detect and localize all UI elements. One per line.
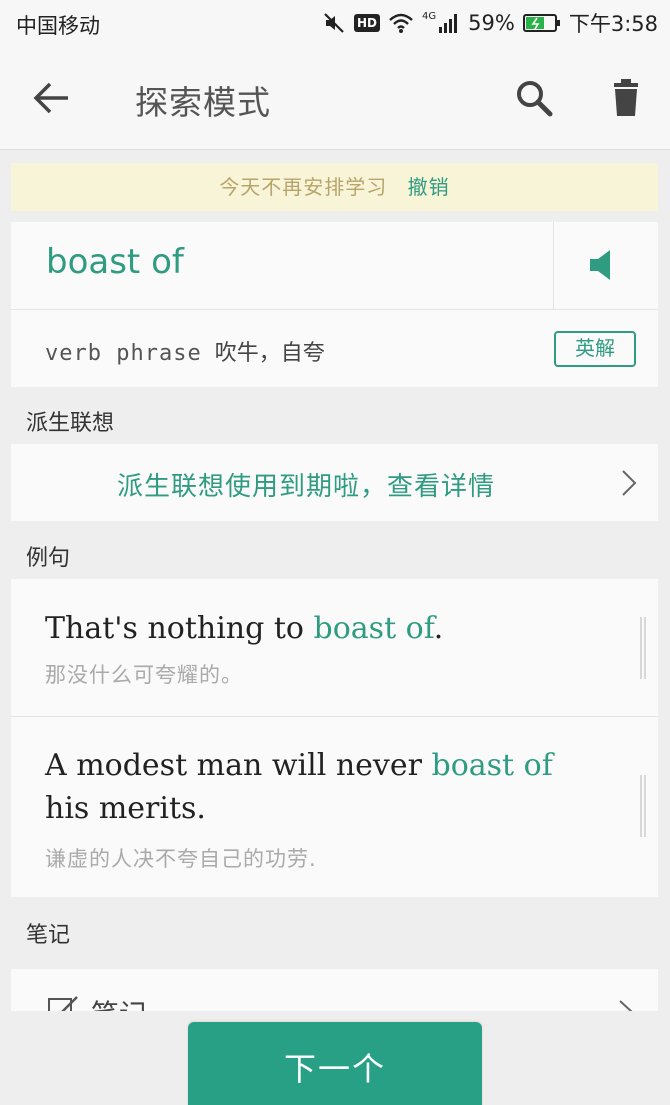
battery-percent: 59% <box>468 11 515 35</box>
schedule-banner: 今天不再安排学习 撤销 <box>11 163 658 211</box>
drag-handle[interactable] <box>640 775 646 837</box>
status-bar: 中国移动 HD 4G 59% 下午3:58 <box>0 0 670 46</box>
derivatives-link-text: 派生联想使用到期啦，查看详情 <box>116 472 495 502</box>
divider <box>553 222 554 309</box>
speaker-icon <box>590 250 610 280</box>
example-text: That's nothing to <box>45 611 314 646</box>
search-button[interactable] <box>512 76 556 120</box>
word-meaning: 吹牛，自夸 <box>214 341 325 366</box>
trash-icon <box>614 79 638 116</box>
examples-section-label: 例句 <box>26 546 71 571</box>
english-definition-button[interactable]: 英解 <box>554 331 636 367</box>
status-icons: HD 4G 59% 下午3:58 <box>322 8 658 38</box>
network-type: 4G <box>422 10 437 22</box>
derivatives-section-label: 派生联想 <box>26 411 115 436</box>
search-icon <box>517 81 553 117</box>
app-bar: 探索模式 <box>0 46 670 150</box>
example-translation: 那没什么可夸耀的。 <box>45 663 243 687</box>
pronounce-button[interactable] <box>586 247 620 283</box>
back-arrow-icon <box>33 82 68 114</box>
wifi-icon <box>389 13 413 33</box>
clock: 下午3:58 <box>568 12 658 36</box>
example-english: A modest man will never boast of his mer… <box>45 744 605 830</box>
example-english: That's nothing to boast of. <box>45 607 605 650</box>
word-definition: verb phrase 吹牛，自夸 <box>45 335 325 367</box>
chevron-right-icon <box>622 470 637 496</box>
page-title: 探索模式 <box>135 83 271 122</box>
example-highlight: boast of <box>313 611 434 646</box>
edit-note-icon <box>48 996 78 1011</box>
notes-section-label: 笔记 <box>26 923 71 948</box>
carrier-name: 中国移动 <box>16 14 100 38</box>
notes-label: 笔记 <box>91 993 147 1011</box>
example-sentence-1: That's nothing to boast of. 那没什么可夸耀的。 <box>11 579 658 716</box>
word-card: boast of verb phrase 吹牛，自夸 英解 <box>11 222 658 387</box>
banner-text: 今天不再安排学习 <box>219 175 388 199</box>
delete-button[interactable] <box>604 76 648 120</box>
example-text: his merits. <box>45 791 206 826</box>
mute-icon <box>324 13 344 33</box>
example-text: . <box>433 611 444 646</box>
drag-handle[interactable] <box>640 617 646 679</box>
chevron-right-icon <box>619 1000 633 1011</box>
divider <box>11 309 658 310</box>
part-of-speech: verb phrase <box>45 341 202 366</box>
next-button[interactable]: 下一个 <box>188 1022 482 1105</box>
word-term: boast of <box>46 242 184 282</box>
undo-link[interactable]: 撤销 <box>408 175 450 199</box>
notes-row[interactable]: 笔记 <box>11 969 658 1011</box>
example-text: A modest man will never <box>45 748 432 783</box>
derivatives-row[interactable]: 派生联想使用到期啦，查看详情 <box>11 444 658 521</box>
back-button[interactable] <box>30 78 74 118</box>
signal-icon <box>439 14 458 33</box>
battery-icon <box>522 14 560 32</box>
example-highlight: boast of <box>431 748 553 783</box>
example-translation: 谦虚的人决不夸自己的功劳. <box>45 847 317 871</box>
hd-badge: HD <box>354 14 381 32</box>
example-sentence-2: A modest man will never boast of his mer… <box>11 717 658 897</box>
